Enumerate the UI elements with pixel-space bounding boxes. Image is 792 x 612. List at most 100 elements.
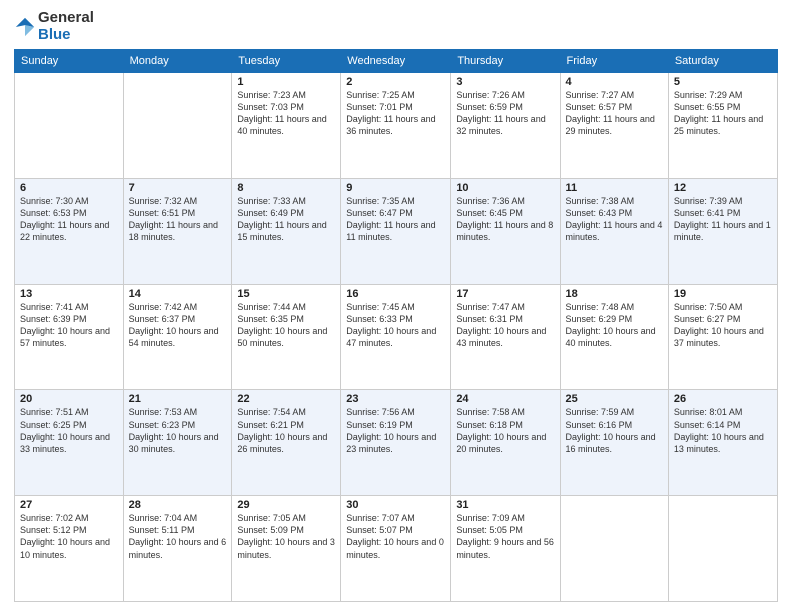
day-number: 12 xyxy=(674,182,772,194)
day-info: Sunrise: 7:33 AM Sunset: 6:49 PM Dayligh… xyxy=(237,195,335,244)
weekday-header: Thursday xyxy=(451,50,560,73)
calendar-week-row: 13Sunrise: 7:41 AM Sunset: 6:39 PM Dayli… xyxy=(15,284,778,390)
day-info: Sunrise: 7:09 AM Sunset: 5:05 PM Dayligh… xyxy=(456,512,554,561)
weekday-header: Wednesday xyxy=(341,50,451,73)
calendar-cell: 8Sunrise: 7:33 AM Sunset: 6:49 PM Daylig… xyxy=(232,178,341,284)
weekday-header: Friday xyxy=(560,50,668,73)
calendar-cell: 31Sunrise: 7:09 AM Sunset: 5:05 PM Dayli… xyxy=(451,496,560,602)
calendar-cell: 7Sunrise: 7:32 AM Sunset: 6:51 PM Daylig… xyxy=(123,178,232,284)
day-info: Sunrise: 7:42 AM Sunset: 6:37 PM Dayligh… xyxy=(129,301,227,350)
day-info: Sunrise: 7:48 AM Sunset: 6:29 PM Dayligh… xyxy=(566,301,663,350)
day-info: Sunrise: 7:35 AM Sunset: 6:47 PM Dayligh… xyxy=(346,195,445,244)
day-number: 29 xyxy=(237,499,335,511)
calendar-cell: 14Sunrise: 7:42 AM Sunset: 6:37 PM Dayli… xyxy=(123,284,232,390)
day-number: 16 xyxy=(346,288,445,300)
calendar-cell xyxy=(668,496,777,602)
day-info: Sunrise: 7:02 AM Sunset: 5:12 PM Dayligh… xyxy=(20,512,118,561)
day-info: Sunrise: 7:51 AM Sunset: 6:25 PM Dayligh… xyxy=(20,406,118,455)
calendar-cell xyxy=(560,496,668,602)
page: General Blue SundayMondayTuesdayWednesda… xyxy=(0,0,792,612)
day-info: Sunrise: 7:53 AM Sunset: 6:23 PM Dayligh… xyxy=(129,406,227,455)
day-number: 14 xyxy=(129,288,227,300)
day-number: 24 xyxy=(456,393,554,405)
weekday-header: Saturday xyxy=(668,50,777,73)
day-info: Sunrise: 7:41 AM Sunset: 6:39 PM Dayligh… xyxy=(20,301,118,350)
weekday-header: Sunday xyxy=(15,50,124,73)
calendar-table: SundayMondayTuesdayWednesdayThursdayFrid… xyxy=(14,49,778,602)
day-number: 18 xyxy=(566,288,663,300)
calendar-week-row: 20Sunrise: 7:51 AM Sunset: 6:25 PM Dayli… xyxy=(15,390,778,496)
calendar-cell: 17Sunrise: 7:47 AM Sunset: 6:31 PM Dayli… xyxy=(451,284,560,390)
calendar-cell: 4Sunrise: 7:27 AM Sunset: 6:57 PM Daylig… xyxy=(560,73,668,179)
calendar-cell: 21Sunrise: 7:53 AM Sunset: 6:23 PM Dayli… xyxy=(123,390,232,496)
calendar-week-row: 6Sunrise: 7:30 AM Sunset: 6:53 PM Daylig… xyxy=(15,178,778,284)
day-number: 4 xyxy=(566,76,663,88)
calendar-cell: 3Sunrise: 7:26 AM Sunset: 6:59 PM Daylig… xyxy=(451,73,560,179)
day-info: Sunrise: 7:47 AM Sunset: 6:31 PM Dayligh… xyxy=(456,301,554,350)
weekday-header: Tuesday xyxy=(232,50,341,73)
calendar-cell: 27Sunrise: 7:02 AM Sunset: 5:12 PM Dayli… xyxy=(15,496,124,602)
calendar-cell: 29Sunrise: 7:05 AM Sunset: 5:09 PM Dayli… xyxy=(232,496,341,602)
day-info: Sunrise: 8:01 AM Sunset: 6:14 PM Dayligh… xyxy=(674,406,772,455)
day-number: 21 xyxy=(129,393,227,405)
calendar-cell: 22Sunrise: 7:54 AM Sunset: 6:21 PM Dayli… xyxy=(232,390,341,496)
day-number: 9 xyxy=(346,182,445,194)
calendar-cell: 24Sunrise: 7:58 AM Sunset: 6:18 PM Dayli… xyxy=(451,390,560,496)
day-info: Sunrise: 7:27 AM Sunset: 6:57 PM Dayligh… xyxy=(566,89,663,138)
day-info: Sunrise: 7:30 AM Sunset: 6:53 PM Dayligh… xyxy=(20,195,118,244)
day-info: Sunrise: 7:50 AM Sunset: 6:27 PM Dayligh… xyxy=(674,301,772,350)
day-number: 30 xyxy=(346,499,445,511)
calendar-cell: 23Sunrise: 7:56 AM Sunset: 6:19 PM Dayli… xyxy=(341,390,451,496)
day-number: 20 xyxy=(20,393,118,405)
day-number: 28 xyxy=(129,499,227,511)
day-info: Sunrise: 7:56 AM Sunset: 6:19 PM Dayligh… xyxy=(346,406,445,455)
day-info: Sunrise: 7:38 AM Sunset: 6:43 PM Dayligh… xyxy=(566,195,663,244)
day-info: Sunrise: 7:54 AM Sunset: 6:21 PM Dayligh… xyxy=(237,406,335,455)
day-number: 31 xyxy=(456,499,554,511)
calendar-cell: 30Sunrise: 7:07 AM Sunset: 5:07 PM Dayli… xyxy=(341,496,451,602)
calendar-week-row: 1Sunrise: 7:23 AM Sunset: 7:03 PM Daylig… xyxy=(15,73,778,179)
day-number: 26 xyxy=(674,393,772,405)
weekday-header: Monday xyxy=(123,50,232,73)
day-info: Sunrise: 7:45 AM Sunset: 6:33 PM Dayligh… xyxy=(346,301,445,350)
day-info: Sunrise: 7:29 AM Sunset: 6:55 PM Dayligh… xyxy=(674,89,772,138)
day-info: Sunrise: 7:25 AM Sunset: 7:01 PM Dayligh… xyxy=(346,89,445,138)
calendar-cell: 10Sunrise: 7:36 AM Sunset: 6:45 PM Dayli… xyxy=(451,178,560,284)
day-number: 15 xyxy=(237,288,335,300)
day-info: Sunrise: 7:23 AM Sunset: 7:03 PM Dayligh… xyxy=(237,89,335,138)
day-number: 17 xyxy=(456,288,554,300)
day-info: Sunrise: 7:26 AM Sunset: 6:59 PM Dayligh… xyxy=(456,89,554,138)
day-number: 22 xyxy=(237,393,335,405)
calendar-cell: 19Sunrise: 7:50 AM Sunset: 6:27 PM Dayli… xyxy=(668,284,777,390)
calendar-cell xyxy=(123,73,232,179)
day-number: 3 xyxy=(456,76,554,88)
calendar-cell: 13Sunrise: 7:41 AM Sunset: 6:39 PM Dayli… xyxy=(15,284,124,390)
logo: General Blue xyxy=(14,10,94,43)
day-number: 23 xyxy=(346,393,445,405)
calendar-week-row: 27Sunrise: 7:02 AM Sunset: 5:12 PM Dayli… xyxy=(15,496,778,602)
header: General Blue xyxy=(14,10,778,43)
day-info: Sunrise: 7:39 AM Sunset: 6:41 PM Dayligh… xyxy=(674,195,772,244)
logo-text: General Blue xyxy=(38,10,94,43)
calendar-cell: 2Sunrise: 7:25 AM Sunset: 7:01 PM Daylig… xyxy=(341,73,451,179)
day-info: Sunrise: 7:58 AM Sunset: 6:18 PM Dayligh… xyxy=(456,406,554,455)
calendar-cell: 26Sunrise: 8:01 AM Sunset: 6:14 PM Dayli… xyxy=(668,390,777,496)
calendar-cell: 15Sunrise: 7:44 AM Sunset: 6:35 PM Dayli… xyxy=(232,284,341,390)
day-info: Sunrise: 7:36 AM Sunset: 6:45 PM Dayligh… xyxy=(456,195,554,244)
calendar-cell: 28Sunrise: 7:04 AM Sunset: 5:11 PM Dayli… xyxy=(123,496,232,602)
calendar-cell: 6Sunrise: 7:30 AM Sunset: 6:53 PM Daylig… xyxy=(15,178,124,284)
weekday-header-row: SundayMondayTuesdayWednesdayThursdayFrid… xyxy=(15,50,778,73)
day-number: 27 xyxy=(20,499,118,511)
day-info: Sunrise: 7:07 AM Sunset: 5:07 PM Dayligh… xyxy=(346,512,445,561)
calendar-cell: 16Sunrise: 7:45 AM Sunset: 6:33 PM Dayli… xyxy=(341,284,451,390)
day-number: 10 xyxy=(456,182,554,194)
calendar-cell: 12Sunrise: 7:39 AM Sunset: 6:41 PM Dayli… xyxy=(668,178,777,284)
day-number: 7 xyxy=(129,182,227,194)
calendar-cell: 5Sunrise: 7:29 AM Sunset: 6:55 PM Daylig… xyxy=(668,73,777,179)
logo-icon xyxy=(14,16,36,38)
day-number: 5 xyxy=(674,76,772,88)
day-info: Sunrise: 7:32 AM Sunset: 6:51 PM Dayligh… xyxy=(129,195,227,244)
calendar-cell: 25Sunrise: 7:59 AM Sunset: 6:16 PM Dayli… xyxy=(560,390,668,496)
day-info: Sunrise: 7:04 AM Sunset: 5:11 PM Dayligh… xyxy=(129,512,227,561)
day-number: 8 xyxy=(237,182,335,194)
